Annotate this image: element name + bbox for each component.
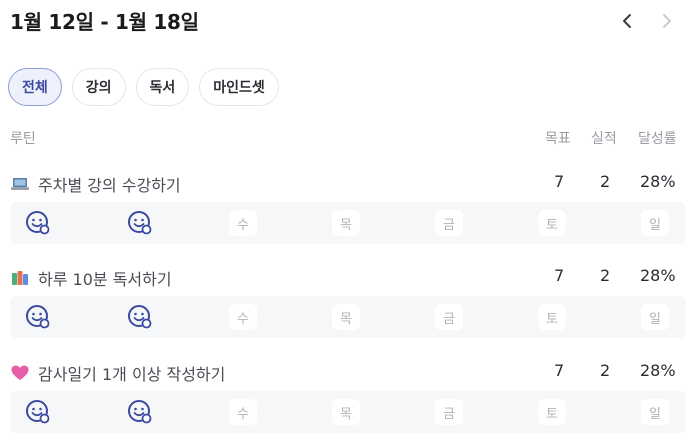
- day-sun[interactable]: 일: [641, 210, 669, 236]
- filter-chip-lecture[interactable]: 강의: [71, 68, 126, 106]
- day-tue-done[interactable]: [126, 304, 154, 330]
- routine-item[interactable]: 하루 10분 독서하기 7 2 28% 수 목 금 토 일: [10, 260, 686, 338]
- filter-chip-all[interactable]: 전체: [8, 68, 62, 106]
- day-fri[interactable]: 금: [435, 399, 463, 425]
- filter-chip-mindset[interactable]: 마인드셋: [199, 68, 279, 106]
- routine-name: 감사일기 1개 이상 작성하기: [38, 365, 226, 384]
- laptop-icon: [10, 174, 30, 194]
- routine-week-days: 수 목 금 토 일: [10, 391, 686, 433]
- category-filter-bar: 전체 강의 독서 마인드셋: [8, 68, 279, 106]
- column-header-routine: 루틴: [10, 131, 36, 147]
- next-week-button[interactable]: [656, 10, 678, 32]
- routine-goal: 7: [554, 266, 565, 285]
- routine-actual: 2: [600, 172, 611, 191]
- routine-name: 주차별 강의 수강하기: [38, 176, 181, 195]
- week-range-title: 1월 12일 - 1월 18일: [10, 10, 199, 34]
- routine-name: 하루 10분 독서하기: [38, 270, 172, 289]
- day-mon-done[interactable]: [24, 304, 52, 330]
- routine-goal: 7: [554, 361, 565, 380]
- column-header-actual: 실적: [591, 131, 617, 147]
- column-header-rate: 달성률: [638, 131, 677, 147]
- routine-rate: 28%: [640, 361, 676, 380]
- day-sun[interactable]: 일: [641, 399, 669, 425]
- routine-goal: 7: [554, 172, 565, 191]
- routine-item[interactable]: 감사일기 1개 이상 작성하기 7 2 28% 수 목 금 토 일: [10, 355, 686, 433]
- day-wed[interactable]: 수: [229, 210, 257, 236]
- week-header: 1월 12일 - 1월 18일: [10, 4, 682, 40]
- routine-actual: 2: [600, 266, 611, 285]
- day-mon-done[interactable]: [24, 210, 52, 236]
- prev-week-button[interactable]: [616, 10, 638, 32]
- day-tue-done[interactable]: [126, 210, 154, 236]
- day-wed[interactable]: 수: [229, 304, 257, 330]
- smile-check-icon: [26, 305, 50, 329]
- smile-check-icon: [128, 305, 152, 329]
- day-sun[interactable]: 일: [641, 304, 669, 330]
- day-tue-done[interactable]: [126, 399, 154, 425]
- day-thu[interactable]: 목: [332, 304, 360, 330]
- smile-check-icon: [26, 211, 50, 235]
- day-thu[interactable]: 목: [332, 399, 360, 425]
- filter-chip-reading[interactable]: 독서: [135, 68, 190, 106]
- routine-rate: 28%: [640, 266, 676, 285]
- day-sat[interactable]: 토: [538, 399, 566, 425]
- day-sat[interactable]: 토: [538, 304, 566, 330]
- chevron-left-icon: [623, 14, 631, 28]
- heart-icon: [10, 363, 30, 383]
- day-wed[interactable]: 수: [229, 399, 257, 425]
- books-icon: [10, 268, 30, 288]
- smile-check-icon: [128, 400, 152, 424]
- day-fri[interactable]: 금: [435, 304, 463, 330]
- routine-week-days: 수 목 금 토 일: [10, 202, 686, 244]
- day-thu[interactable]: 목: [332, 210, 360, 236]
- routine-week-days: 수 목 금 토 일: [10, 296, 686, 338]
- smile-check-icon: [26, 400, 50, 424]
- chevron-right-icon: [663, 14, 671, 28]
- routine-rate: 28%: [640, 172, 676, 191]
- routine-item[interactable]: 주차별 강의 수강하기 7 2 28% 수 목 금 토 일: [10, 166, 686, 244]
- column-header-goal: 목표: [545, 131, 571, 147]
- day-mon-done[interactable]: [24, 399, 52, 425]
- day-sat[interactable]: 토: [538, 210, 566, 236]
- routine-actual: 2: [600, 361, 611, 380]
- smile-check-icon: [128, 211, 152, 235]
- day-fri[interactable]: 금: [435, 210, 463, 236]
